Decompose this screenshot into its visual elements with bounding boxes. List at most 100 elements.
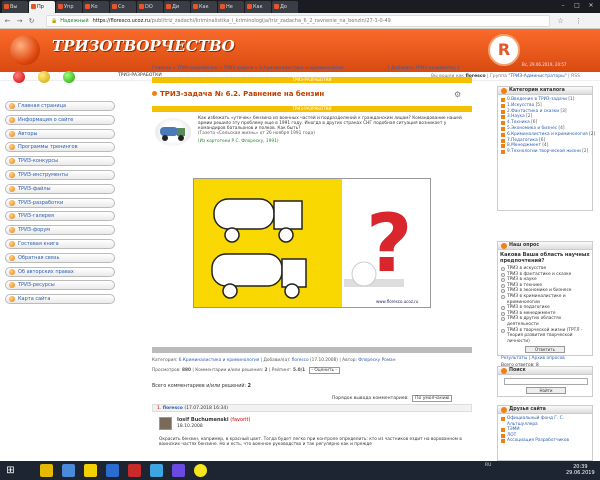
- breadcrumb-category[interactable]: 6.Криминалистика и криминология: [259, 66, 344, 71]
- menu-item[interactable]: Программы тренингов: [5, 142, 115, 153]
- tab-favicon-icon: [274, 4, 279, 9]
- poll-option[interactable]: ТРИЗ в криминалистике и криминологии: [498, 294, 592, 305]
- comment-user-link[interactable]: floresco: [163, 406, 183, 411]
- menu-item[interactable]: Главная страница: [5, 101, 115, 111]
- radio-icon[interactable]: [501, 272, 505, 277]
- radio-icon[interactable]: [501, 289, 505, 294]
- browser-tab[interactable]: Как: [245, 1, 271, 13]
- menu-item[interactable]: Карта сайта: [5, 294, 115, 305]
- poll-option[interactable]: ТРИЗ в других областях деятельности: [498, 316, 592, 327]
- green-ball-icon[interactable]: [63, 71, 75, 83]
- back-icon[interactable]: ←: [3, 16, 12, 26]
- menu-item[interactable]: Информация о сайте: [5, 114, 115, 125]
- friend-bullet-icon: [501, 428, 505, 433]
- browser-tab[interactable]: До: [272, 1, 298, 13]
- article-description: Как избежать «утечек» бензина из военных…: [198, 116, 462, 144]
- radio-icon[interactable]: [501, 294, 505, 299]
- group-link[interactable]: "ТРИЗ-Администраторы": [508, 74, 566, 79]
- order-select[interactable]: По умолчанию: [412, 395, 453, 402]
- browser-tab[interactable]: Пр: [29, 1, 55, 13]
- comment-header: 1. floresco (17.07.2018 16:34): [152, 404, 472, 412]
- chrome-icon[interactable]: [194, 464, 207, 477]
- app-icon-4[interactable]: [128, 464, 141, 477]
- radio-icon[interactable]: [501, 306, 505, 311]
- search-input[interactable]: [504, 378, 588, 385]
- poll-option[interactable]: ТРИЗ в творческой жизни (ТРТЛ - Теория р…: [498, 328, 592, 345]
- browser-tab[interactable]: Как: [191, 1, 217, 13]
- poll-submit-button[interactable]: Ответить: [525, 346, 565, 354]
- search-button[interactable]: Найти: [526, 387, 566, 394]
- app-icon-3[interactable]: [106, 464, 119, 477]
- app-icon-1[interactable]: [62, 464, 75, 477]
- add-material-link[interactable]: [ Добавить ТРИЗ-разработку ]: [388, 66, 459, 71]
- radio-icon[interactable]: [501, 317, 505, 322]
- close-icon[interactable]: ✕: [584, 0, 598, 12]
- site-logo[interactable]: ТРИЗОТВОРЧЕСТВО: [52, 37, 235, 55]
- menu-item[interactable]: ТРИЗ-ресурсы: [5, 280, 115, 291]
- breadcrumb-home[interactable]: Главная: [152, 66, 171, 71]
- red-ball-icon[interactable]: [13, 71, 25, 83]
- app-icon-5[interactable]: [150, 464, 163, 477]
- categories-header: Категории каталога: [498, 87, 592, 95]
- meta-category-link[interactable]: 6.Криминалистика и криминология: [179, 358, 260, 363]
- browser-tab[interactable]: DO: [137, 1, 163, 13]
- clock: 20:39 29.06.2019: [566, 464, 595, 476]
- browser-tab[interactable]: Со: [110, 1, 136, 13]
- menu-item[interactable]: Авторы: [5, 128, 115, 139]
- menu-item[interactable]: ТРИЗ-разработки: [5, 197, 115, 208]
- radio-icon[interactable]: [501, 283, 505, 288]
- meta-user-link[interactable]: floresco: [292, 358, 309, 363]
- tab-favicon-icon: [166, 4, 171, 9]
- rating-select[interactable]: - Оценить -: [308, 367, 340, 374]
- reload-icon[interactable]: ↻: [27, 16, 36, 26]
- browser-tab[interactable]: Ко: [83, 1, 109, 13]
- friend-link[interactable]: Официальный фонд Г. С. Альтшуллера: [498, 416, 592, 427]
- menu-item[interactable]: ТРИЗ-инструменты: [5, 170, 115, 180]
- meta-author-link[interactable]: Флореску Роман: [358, 358, 395, 363]
- menu-item[interactable]: Гостевая книга: [5, 239, 115, 249]
- tray-lang[interactable]: RU: [485, 463, 491, 468]
- browser-tab[interactable]: Ди: [164, 1, 190, 13]
- radio-icon[interactable]: [501, 278, 505, 283]
- explorer-icon[interactable]: [40, 464, 53, 477]
- category-bullet-icon: [501, 98, 505, 102]
- star-icon[interactable]: ☆: [556, 16, 565, 26]
- maximize-icon[interactable]: □: [570, 0, 584, 12]
- meta-separator: [152, 347, 472, 353]
- menu-bullet-icon: [9, 103, 15, 109]
- browser-tab[interactable]: Не: [218, 1, 244, 13]
- menu-item[interactable]: ТРИЗ-галерея: [5, 211, 115, 222]
- radio-icon[interactable]: [501, 267, 505, 271]
- gear-icon[interactable]: ⚙: [454, 90, 461, 99]
- menu-bullet-icon: [9, 282, 15, 289]
- category-bullet-icon: [501, 126, 505, 131]
- rss-link[interactable]: | RSS: [568, 74, 580, 79]
- tab-favicon-icon: [193, 4, 198, 9]
- app-icon-2[interactable]: [84, 464, 97, 477]
- radio-icon[interactable]: [501, 311, 505, 316]
- avatar: [159, 417, 172, 430]
- category-link[interactable]: 9.Технологии творческой жизни [2]: [498, 149, 592, 155]
- windows-start-icon[interactable]: ⊞: [4, 464, 17, 477]
- category-bullet-icon: [501, 121, 505, 126]
- minimize-icon[interactable]: –: [556, 0, 570, 12]
- menu-item[interactable]: ТРИЗ-файлы: [5, 183, 115, 194]
- poll-links[interactable]: Результаты | Архив опросов: [498, 355, 592, 362]
- app-icon-6[interactable]: [172, 464, 185, 477]
- menu-item[interactable]: ТРИЗ-конкурсы: [5, 156, 115, 167]
- friend-link[interactable]: Ассоциация Разработчиков: [498, 438, 592, 444]
- menu-item[interactable]: ТРИЗ-форум: [5, 225, 115, 236]
- browser-tab[interactable]: Вы: [2, 1, 28, 13]
- menu-item[interactable]: Обратная связь: [5, 252, 115, 263]
- meta-line-1: Категория: 6.Криминалистика и криминолог…: [152, 358, 396, 363]
- url-input[interactable]: 🔒 Надежный https://floresco.ucoz.ru/publ/t…: [46, 15, 550, 27]
- section-band-2: ТРИЗ-РАЗРАБОТКИ: [152, 106, 472, 112]
- radio-icon[interactable]: [501, 328, 505, 333]
- yellow-ball-icon[interactable]: [38, 71, 50, 83]
- forward-icon[interactable]: →: [15, 16, 24, 26]
- menu-item[interactable]: Об авторских правах: [5, 266, 115, 277]
- breadcrumb-tasks[interactable]: ТРИЗ-задачи: [223, 66, 253, 71]
- breadcrumb-dev[interactable]: ТРИЗ-разработки: [177, 66, 218, 71]
- menu-icon[interactable]: ⋮: [574, 16, 583, 26]
- browser-tab[interactable]: Упр: [56, 1, 82, 13]
